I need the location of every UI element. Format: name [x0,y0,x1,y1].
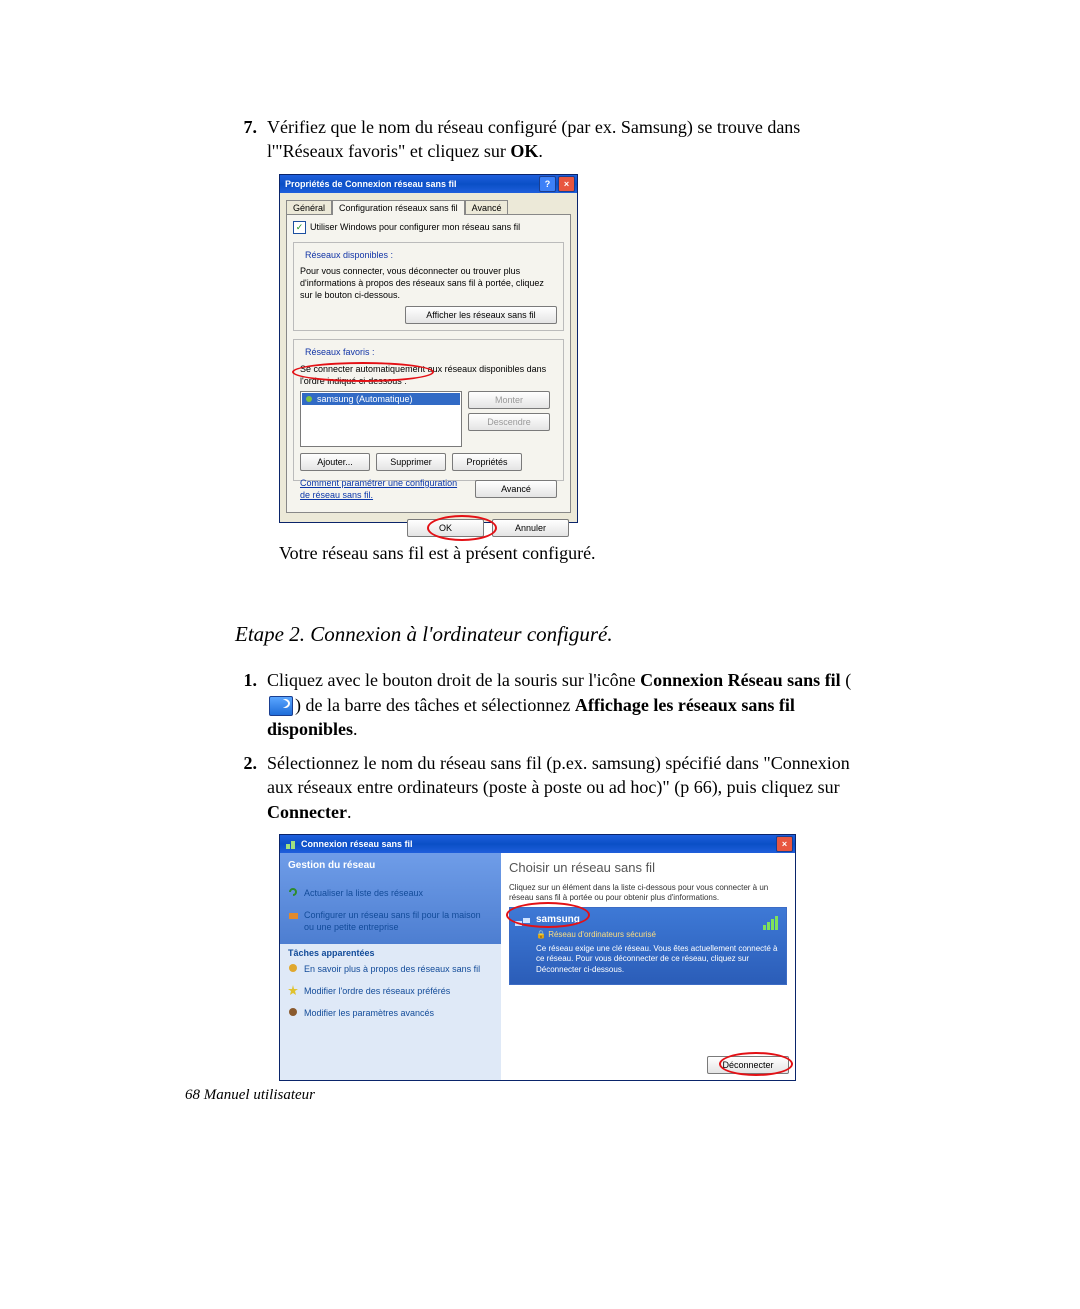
close-button[interactable]: × [776,836,793,852]
step-2-2: 2. Sélectionnez le nom du réseau sans fi… [235,751,860,824]
wireless-properties-dialog: Propriétés de Connexion réseau sans fil … [279,174,578,523]
cancel-button[interactable]: Annuler [492,519,569,537]
text: Vérifiez que le nom du réseau configuré … [267,117,800,137]
step-7: 7. Vérifiez que le nom du réseau configu… [235,115,860,164]
security-label: Réseau d'ordinateurs sécurisé [548,930,656,939]
move-down-button[interactable]: Descendre [468,413,550,431]
left-task-pane: Gestion du réseau Actualiser la liste de… [280,853,501,1080]
refresh-icon [288,887,299,898]
refresh-network-list-link[interactable]: Actualiser la liste des réseaux [288,887,493,899]
add-button[interactable]: Ajouter... [300,453,370,471]
link-label: En savoir plus à propos des réseaux sans… [304,963,480,975]
checkbox-icon: ✓ [293,221,306,234]
group-title: Réseaux disponibles : [302,249,396,261]
tab-general[interactable]: Général [286,200,332,215]
step-number: 1. [235,668,257,741]
related-tasks-heading: Tâches apparentées [288,947,493,959]
properties-button[interactable]: Propriétés [452,453,522,471]
choose-network-hint: Cliquez sur un élément dans la liste ci-… [509,883,785,904]
step-7-number: 7. [235,115,257,164]
link-label: Configurer un réseau sans fil pour la ma… [304,909,493,933]
title-text: Propriétés de Connexion réseau sans fil [285,178,457,190]
text: ( [845,670,851,690]
group-title: Réseaux favoris : [302,346,378,358]
change-order-link[interactable]: Modifier l'ordre des réseaux préférés [288,985,493,997]
tab-advanced[interactable]: Avancé [465,200,509,215]
setup-home-network-link[interactable]: Configurer un réseau sans fil pour la ma… [288,909,493,933]
network-description: Ce réseau exige une clé réseau. Vous ête… [536,944,780,976]
tab-panel: ✓ Utiliser Windows pour configurer mon r… [286,214,571,513]
learn-more-link[interactable]: En savoir plus à propos des réseaux sans… [288,963,493,975]
advanced-settings-link[interactable]: Modifier les paramètres avancés [288,1007,493,1019]
text: . [538,141,543,161]
network-icon [304,394,314,404]
move-up-button[interactable]: Monter [468,391,550,409]
text: Cliquez avec le bouton droit de la souri… [267,670,640,690]
tab-wireless-config[interactable]: Configuration réseaux sans fil [332,200,465,215]
text: ) de la barre des tâches et sélectionnez [295,695,575,715]
step-text: Sélectionnez le nom du réseau sans fil (… [267,751,860,824]
checkbox-label: Utiliser Windows pour configurer mon rés… [310,221,520,233]
text: . [347,802,352,822]
network-configured-text: Votre réseau sans fil est à présent conf… [279,541,860,565]
titlebar: Connexion réseau sans fil × [280,835,795,853]
use-windows-checkbox-row[interactable]: ✓ Utiliser Windows pour configurer mon r… [293,221,564,234]
list-item-label: samsung (Automatique) [317,393,413,405]
tabs: Général Configuration réseaux sans fil A… [286,199,571,214]
page-content: 7. Vérifiez que le nom du réseau configu… [235,115,860,1081]
text: Sélectionnez le nom du réseau sans fil (… [267,753,850,797]
advanced-button[interactable]: Avancé [475,480,557,498]
highlight-circle-icon [719,1052,793,1076]
group-text: Pour vous connecter, vous déconnecter ou… [300,265,557,301]
choose-network-heading: Choisir un réseau sans fil [509,859,795,877]
signal-strength-icon [763,916,778,930]
wireless-icon [285,838,297,850]
step-7-text: Vérifiez que le nom du réseau configuré … [267,115,800,164]
step-text: Cliquez avec le bouton droit de la souri… [267,668,860,741]
gear-icon [288,1007,299,1018]
left-pane-heading: Gestion du réseau [288,859,493,873]
dialog-body: Gestion du réseau Actualiser la liste de… [280,853,795,1080]
title-text: Connexion réseau sans fil [301,838,413,850]
network-item[interactable]: samsung 🔒 Réseau d'ordinateurs sécurisé … [509,907,787,985]
text: l'"Réseaux favoris" et cliquez sur [267,141,510,161]
link-label: Modifier les paramètres avancés [304,1007,434,1019]
preferred-networks-list[interactable]: samsung (Automatique) [300,391,462,447]
available-networks-group: Réseaux disponibles : Pour vous connecte… [293,242,564,332]
text: . [353,719,358,739]
link-label: Actualiser la liste des réseaux [304,887,423,899]
network-security: 🔒 Réseau d'ordinateurs sécurisé [536,930,780,941]
highlight-circle-icon [427,515,497,541]
wireless-connection-dialog: Connexion réseau sans fil × Gestion du r… [279,834,796,1081]
text-bold: Connecter [267,802,347,822]
titlebar: Propriétés de Connexion réseau sans fil … [280,175,577,193]
text-bold: Connexion Réseau sans fil [640,670,841,690]
help-button[interactable]: ? [539,176,556,192]
text-bold: OK [510,141,538,161]
preferred-networks-group: Réseaux favoris : Se connecter automatiq… [293,339,564,481]
info-icon [288,963,299,974]
step-number: 2. [235,751,257,824]
list-item[interactable]: samsung (Automatique) [302,393,460,405]
remove-button[interactable]: Supprimer [376,453,446,471]
page-footer: 68 Manuel utilisateur [185,1085,315,1105]
right-pane: Choisir un réseau sans fil Cliquez sur u… [501,853,795,1080]
setup-icon [288,909,299,920]
show-wireless-networks-button[interactable]: Afficher les réseaux sans fil [405,306,557,324]
star-icon [288,985,299,996]
step-2-heading: Etape 2. Connexion à l'ordinateur config… [235,620,860,648]
step-2-1: 1. Cliquez avec le bouton droit de la so… [235,668,860,741]
close-button[interactable]: × [558,176,575,192]
wireless-tray-icon [269,696,293,716]
link-label: Modifier l'ordre des réseaux préférés [304,985,450,997]
config-help-link[interactable]: Comment paramétrer une configuration de … [300,477,461,501]
